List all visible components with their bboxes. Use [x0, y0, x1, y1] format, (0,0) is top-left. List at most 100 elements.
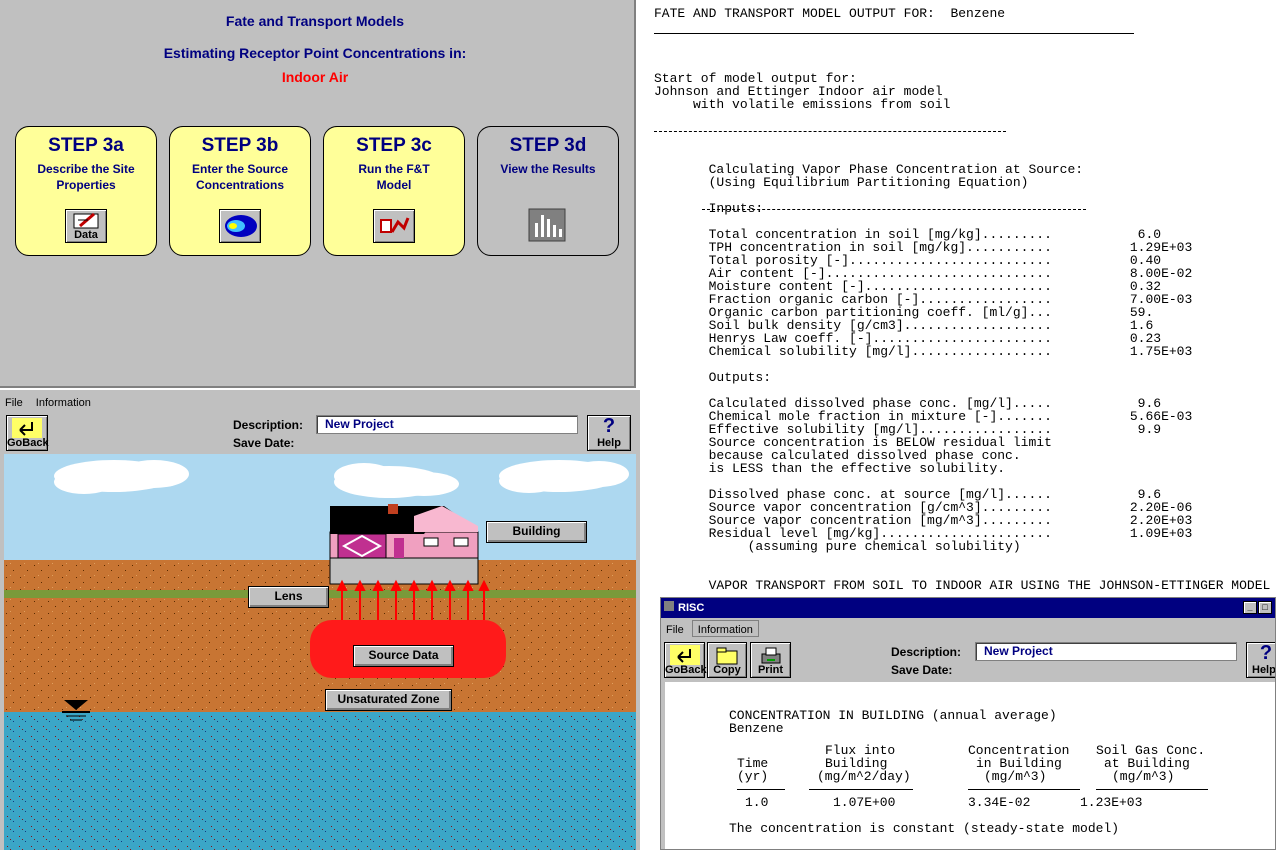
output-line: FATE AND TRANSPORT MODEL OUTPUT FOR: Ben… [654, 7, 1006, 21]
output-line: VAPOR TRANSPORT FROM SOIL TO INDOOR AIR … [654, 578, 1271, 593]
step-3c-description: Run the F&T Model [324, 161, 464, 193]
step-3b-description: Enter the Source Concentrations [170, 161, 310, 193]
risc-description-field[interactable]: New Project [975, 642, 1237, 661]
col-soilgas-rule [1096, 789, 1208, 790]
risc-help-button[interactable]: ? Help [1246, 642, 1276, 678]
back-arrow-icon [12, 418, 42, 438]
lens-button[interactable]: Lens [248, 586, 329, 608]
risc-goback-label: GoBack [665, 664, 707, 676]
col-time-line2: (yr) [737, 769, 769, 784]
risc-menu-information[interactable]: Information [691, 620, 759, 637]
risc-help-label: Help [1252, 664, 1276, 676]
step-3d-title: STEP 3d [509, 135, 587, 156]
receptor-medium: Indoor Air [281, 69, 349, 85]
col-time-rule [737, 789, 785, 790]
copy-button[interactable]: Copy [707, 642, 747, 678]
output-line: (assuming pure chemical solubility) [654, 539, 1021, 554]
plume-icon [225, 215, 257, 237]
col-conc-line3: (mg/m^3) [984, 769, 1047, 784]
goback-button[interactable]: GoBack [6, 415, 49, 451]
run-model-button[interactable] [373, 209, 415, 243]
site-conceptual-scene [4, 454, 636, 850]
groundwater [4, 712, 636, 850]
goback-label: GoBack [7, 437, 49, 449]
row-time: 1.0 [745, 795, 769, 810]
row-conc: 3.34E-02 [968, 795, 1031, 810]
source-data-button[interactable]: Source Data [353, 645, 454, 667]
app-icon [664, 601, 674, 611]
step-3d-description: View the Results [478, 161, 618, 177]
risc-titlebar: RISC _ □ [661, 598, 1275, 618]
output-line: (Using Equilibrium Partitioning Equation… [654, 175, 1029, 190]
view-results-button[interactable] [527, 208, 569, 243]
risc-goback-button[interactable]: GoBack [664, 642, 707, 678]
description-field[interactable]: New Project [316, 415, 578, 434]
help-label: Help [597, 437, 621, 449]
step-3a-description: Describe the Site Properties [16, 161, 156, 193]
panel-title: Fate and Transport Models [225, 13, 405, 29]
output-header-rule [654, 33, 1134, 34]
step-3c-line2: Model [376, 178, 412, 192]
bar-chart-icon [528, 208, 566, 242]
save-date-label: Save Date: [233, 436, 295, 450]
model-output-text: FATE AND TRANSPORT MODEL OUTPUT FOR: Ben… [654, 7, 1276, 597]
copy-label: Copy [713, 664, 741, 676]
step-3d-card: STEP 3d View the Results [477, 126, 619, 256]
row-soilgas: 1.23E+03 [1080, 795, 1143, 810]
risc-description-label: Description: [891, 645, 962, 659]
step-3d-line1: View the Results [500, 162, 596, 176]
inputs-rule [702, 209, 1086, 210]
risc-menubar: File Information [661, 620, 1275, 640]
data-button-label: Data [74, 229, 98, 241]
output-line: with volatile emissions from soil [654, 97, 951, 112]
menu-information[interactable]: Information [31, 394, 96, 409]
step-3a-card: STEP 3a Describe the Site Properties Dat… [15, 126, 157, 256]
concentration-report: CONCENTRATION IN BUILDING (annual averag… [665, 682, 1275, 849]
help-button[interactable]: ? Help [587, 415, 631, 451]
folder-copy-icon [716, 647, 738, 665]
step-3c-card: STEP 3c Run the F&T Model [323, 126, 465, 256]
step-3a-line1: Describe the Site [37, 162, 135, 176]
step-3b-line2: Concentrations [195, 178, 284, 192]
col-flux-rule [809, 789, 913, 790]
step-3b-title: STEP 3b [201, 135, 279, 156]
row-flux: 1.07E+00 [833, 795, 896, 810]
printer-icon [761, 647, 780, 664]
output-line: Chemical solubility [mg/l]..............… [654, 344, 1193, 359]
section-rule [654, 131, 1006, 132]
step-3b-card: STEP 3b Enter the Source Concentrations [169, 126, 311, 256]
risc-results-window: RISC _ □ File Information GoBack Copy Pr… [660, 597, 1276, 850]
source-concentrations-button[interactable] [219, 209, 261, 243]
report-note: The concentration is constant (steady-st… [729, 821, 1120, 836]
print-button[interactable]: Print [750, 642, 791, 678]
fate-transport-panel: Fate and Transport Models Estimating Rec… [0, 0, 636, 388]
risc-save-date-label: Save Date: [891, 663, 953, 677]
unsaturated-zone-button[interactable]: Unsaturated Zone [325, 689, 452, 711]
risc-menu-file[interactable]: File [661, 621, 689, 636]
output-line: Outputs: [654, 370, 772, 385]
description-label: Description: [233, 418, 304, 432]
menu-file[interactable]: File [0, 394, 28, 409]
panel-subtitle: Estimating Receptor Point Concentrations… [163, 45, 467, 61]
question-mark-icon: ? [1259, 642, 1273, 664]
output-line: is LESS than the effective solubility. [654, 461, 1006, 476]
building-button[interactable]: Building [486, 521, 587, 543]
step-3c-line1: Run the F&T [358, 162, 430, 176]
col-flux-line3: (mg/m^2/day) [817, 769, 911, 784]
col-soilgas-line3: (mg/m^3) [1112, 769, 1175, 784]
minimize-icon[interactable]: _ [1243, 601, 1257, 614]
step-3b-line1: Enter the Source [191, 162, 289, 176]
site-scene-window: File Information GoBack Description: New… [0, 390, 640, 850]
risc-window-title: RISC [678, 602, 705, 614]
model-run-icon [380, 217, 410, 233]
maximize-icon[interactable]: □ [1258, 601, 1272, 614]
site-data-button[interactable]: Data [65, 209, 107, 243]
scene-menubar: File Information [0, 394, 640, 414]
back-arrow-icon [669, 645, 700, 665]
